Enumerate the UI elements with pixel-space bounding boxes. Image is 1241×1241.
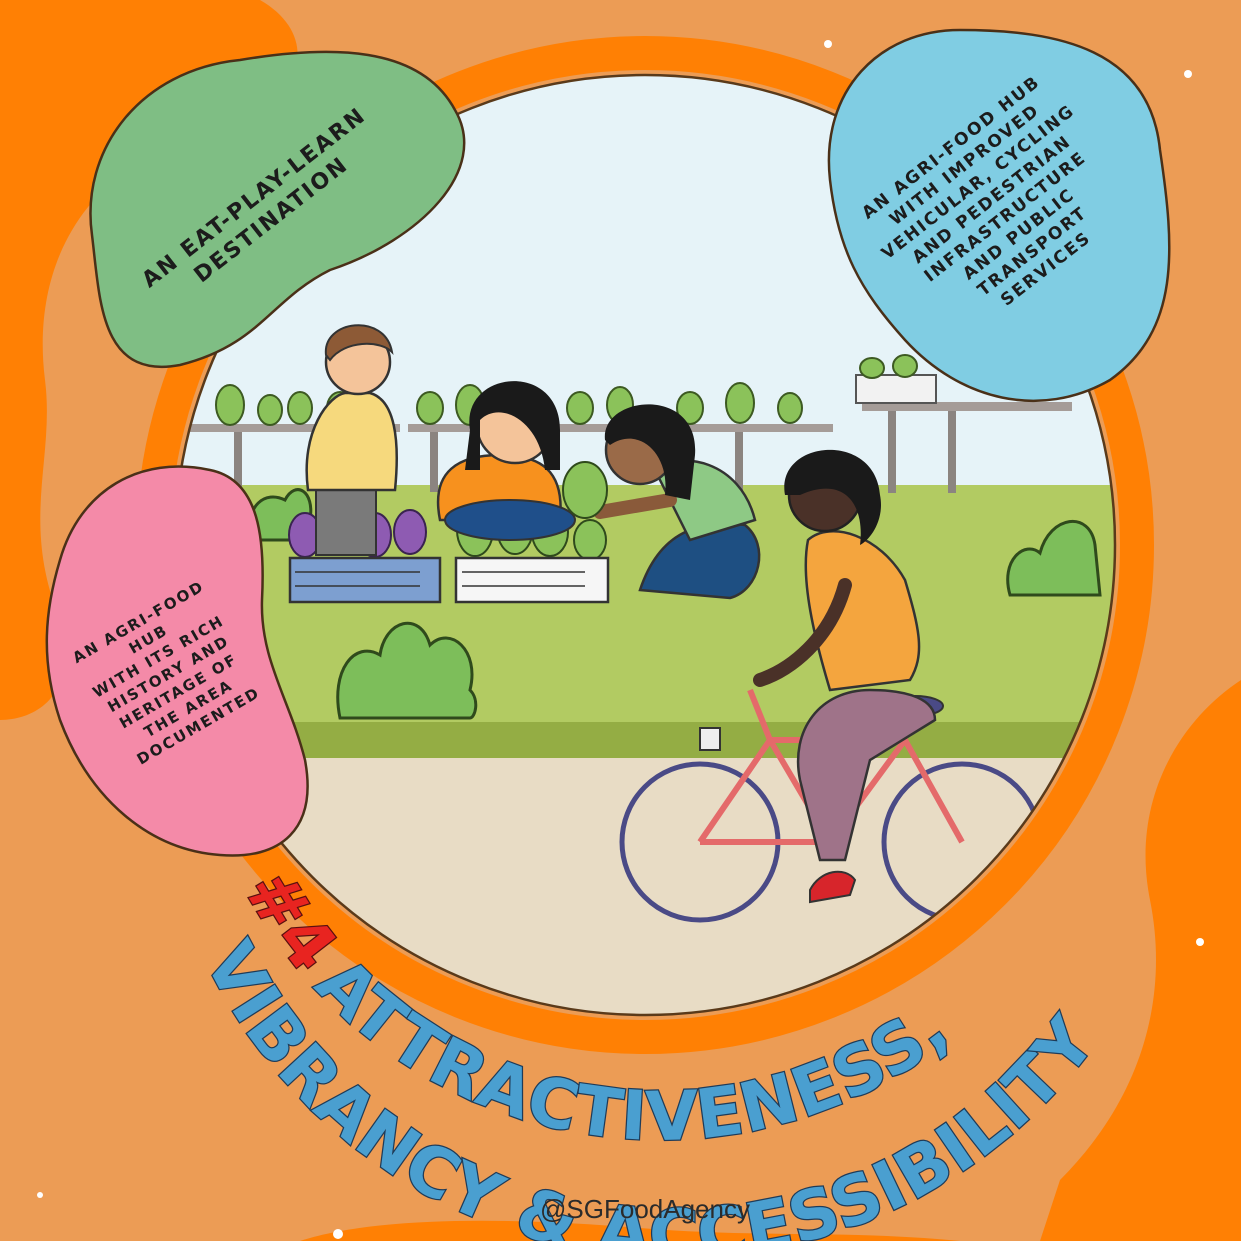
decor-dot (824, 40, 832, 48)
social-handle: @SGFoodAgency (540, 1194, 750, 1224)
decor-dot (1196, 938, 1204, 946)
poster: AN EAT-PLAY-LEARN DESTINATION AN AGRI-FO… (0, 0, 1241, 1241)
decor-dot (333, 1229, 343, 1239)
decor-dot (1184, 70, 1192, 78)
decor-dot (37, 1192, 43, 1198)
